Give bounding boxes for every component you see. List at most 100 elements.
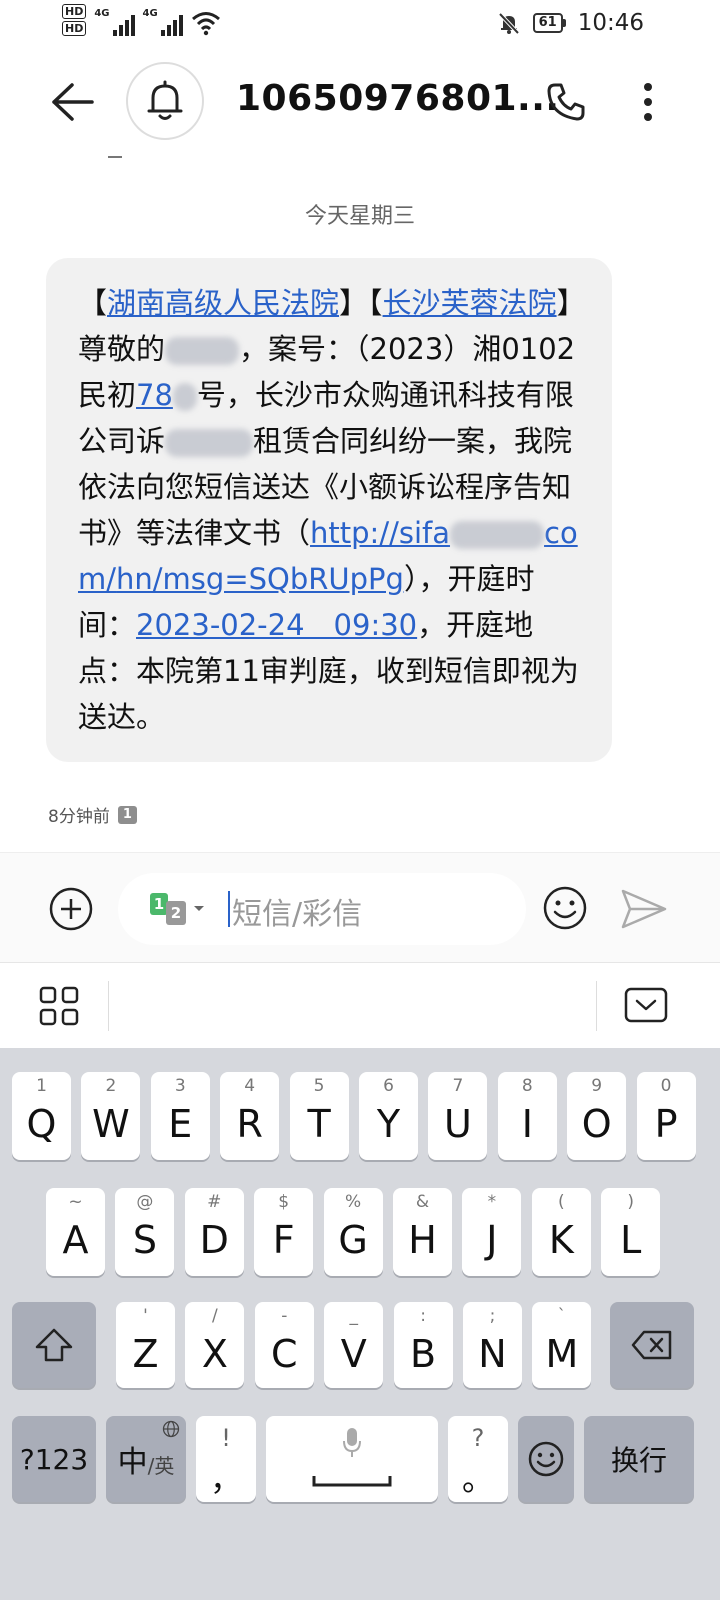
sim-selector[interactable]: 1 2 [150, 893, 210, 927]
period-key[interactable]: ? 。 [448, 1416, 508, 1502]
key-p[interactable]: 0P [636, 1072, 696, 1160]
key-y[interactable]: 6Y [359, 1072, 418, 1160]
key-letter: J [486, 1218, 498, 1262]
key-hint: ) [627, 1192, 634, 1212]
status-right: 61 10:46 [497, 10, 644, 36]
keyboard-collapse-icon [624, 987, 668, 1023]
key-w[interactable]: 2W [81, 1072, 141, 1160]
key-letter: I [521, 1102, 533, 1146]
key-hint: # [207, 1192, 222, 1212]
key-hint: _ [349, 1306, 358, 1326]
status-left: HD HD 4G 4G [62, 4, 221, 36]
key-hint: 4 [244, 1076, 256, 1096]
key-u[interactable]: 7U [428, 1072, 488, 1160]
key-a[interactable]: ~ A [46, 1188, 105, 1276]
notification-toggle-button[interactable] [126, 62, 204, 140]
message-link-url-path[interactable]: hn/msg=SQbRUpPg [116, 562, 404, 596]
plus-circle-icon [49, 887, 93, 931]
hd-indicators: HD HD [62, 4, 87, 36]
numbers-symbols-key[interactable]: ?123 [12, 1416, 96, 1502]
message-link-court[interactable]: 湖南高级人民法院 [107, 286, 339, 320]
text-cursor [228, 891, 230, 927]
key-t[interactable]: 5T [289, 1072, 349, 1160]
key-hint: ' [143, 1306, 148, 1326]
call-button[interactable] [540, 76, 592, 128]
message-timestamp: 8分钟前 [48, 807, 110, 827]
key-v[interactable]: _ V [324, 1302, 384, 1388]
smiley-icon [543, 886, 587, 930]
key-b[interactable]: :B [393, 1302, 453, 1388]
battery-icon: 61 [532, 13, 566, 33]
language-sub: /英 [147, 1453, 175, 1478]
compose-bar: 1 2 短信/彩信 [0, 852, 720, 962]
more-vertical-icon [644, 83, 652, 121]
clock: 10:46 [577, 10, 644, 36]
key-g[interactable]: % G [323, 1188, 383, 1276]
hide-keyboard-button[interactable] [624, 987, 668, 1025]
key-d[interactable]: # D [184, 1188, 244, 1276]
phone-icon [547, 83, 585, 121]
message-input[interactable]: 1 2 短信/彩信 [118, 873, 526, 945]
key-l[interactable]: ) L [601, 1188, 661, 1276]
key-letter: M [545, 1332, 579, 1376]
key-z[interactable]: ' Z [116, 1302, 175, 1388]
key-h[interactable]: & H [393, 1188, 452, 1276]
date-separator: 今天星期三 [304, 204, 415, 229]
emoji-key[interactable] [518, 1416, 574, 1502]
divider [108, 156, 122, 158]
key-o[interactable]: 9O [567, 1072, 627, 1160]
send-button[interactable] [620, 887, 668, 931]
language-switch-key[interactable]: 中/英 [106, 1416, 186, 1502]
toolbar-divider [108, 981, 109, 1031]
key-letter: N [478, 1332, 507, 1376]
key-hint: 9 [591, 1076, 603, 1096]
message-bubble[interactable]: 【湖南高级人民法院】【长沙芙蓉法院】尊敬的 ，案号：（2023）湘0102民初78… [46, 258, 612, 762]
message-meta: 8分钟前 1 [48, 802, 137, 827]
key-letter: D [199, 1218, 229, 1262]
emoji-button[interactable] [542, 885, 588, 931]
key-e[interactable]: 3E [150, 1072, 210, 1160]
toolbar-divider [596, 981, 597, 1031]
key-hint: 1 [36, 1076, 47, 1096]
keyboard-toolbar [0, 962, 720, 1048]
key-s[interactable]: @ S [115, 1188, 175, 1276]
comma-key[interactable]: ! ， [196, 1416, 256, 1502]
key-i[interactable]: 8I [497, 1072, 557, 1160]
attach-button[interactable] [48, 886, 94, 932]
back-button[interactable] [44, 74, 100, 130]
key-hint: % [345, 1192, 362, 1212]
key-hint: ` [557, 1306, 567, 1326]
backspace-key[interactable] [610, 1302, 694, 1388]
key-hint: ( [557, 1192, 565, 1212]
message-link-court-2[interactable]: 长沙芙蓉法院 [383, 286, 557, 320]
space-key[interactable] [266, 1416, 438, 1502]
message-link-case-number[interactable]: 78 [136, 378, 173, 412]
redacted-digits [172, 383, 197, 411]
key-letter: R [236, 1102, 263, 1146]
more-options-button[interactable] [624, 76, 672, 128]
key-r[interactable]: 4R [220, 1072, 280, 1160]
key-c[interactable]: -C [254, 1302, 314, 1388]
key-letter: V [340, 1332, 367, 1376]
key-letter: C [271, 1332, 298, 1376]
key-letter: L [620, 1218, 642, 1262]
shift-key[interactable] [12, 1302, 96, 1388]
key-j[interactable]: * J [462, 1188, 522, 1276]
key-n[interactable]: ; N [463, 1302, 522, 1388]
key-k[interactable]: (K [531, 1188, 591, 1276]
microphone-icon [343, 1428, 361, 1457]
message-link-datetime[interactable]: 2023-02-24 09:30 [136, 608, 417, 642]
keyboard-menu-button[interactable] [38, 985, 80, 1027]
key-m[interactable]: ` M [532, 1302, 592, 1388]
key-q[interactable]: 1Q [12, 1072, 71, 1160]
key-letter: B [410, 1332, 437, 1376]
message-link-url[interactable]: http://sifa [310, 516, 450, 550]
bell-icon [147, 80, 183, 120]
redacted-name [165, 337, 240, 365]
key-letter: T [307, 1102, 331, 1146]
key-hint: - [281, 1306, 288, 1326]
key-x[interactable]: / X [185, 1302, 245, 1388]
key-letter: X [201, 1332, 228, 1376]
enter-key[interactable]: 换行 [584, 1416, 694, 1502]
key-f[interactable]: $ F [254, 1188, 314, 1276]
